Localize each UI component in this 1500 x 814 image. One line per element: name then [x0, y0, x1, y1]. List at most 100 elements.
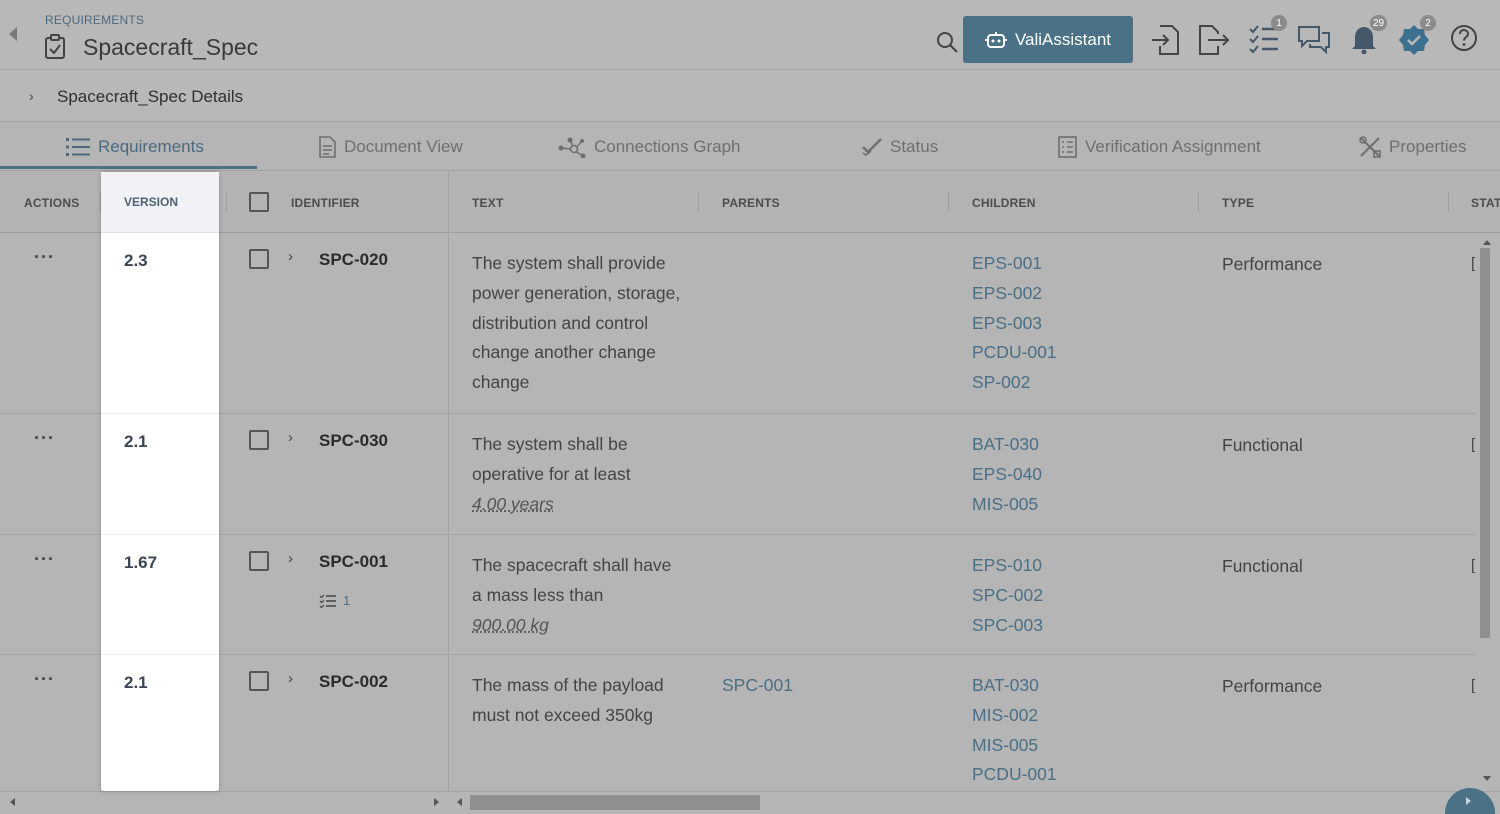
row-checkbox[interactable]: [249, 671, 269, 691]
list-icon: [66, 137, 90, 157]
version-value[interactable]: 1.67: [124, 553, 157, 573]
column-header-text[interactable]: TEXT: [472, 172, 503, 233]
sub-requirements-badge[interactable]: 1: [319, 593, 350, 608]
vertical-scrollbar[interactable]: [1478, 233, 1500, 791]
more-actions-icon[interactable]: ···: [34, 428, 55, 449]
column-separator[interactable]: [698, 192, 699, 212]
version-column-highlight: VERSION 2.3 2.1 1.67 2.1: [101, 172, 219, 791]
child-link[interactable]: MIS-005: [972, 490, 1042, 520]
column-header-status[interactable]: STAT: [1471, 172, 1500, 233]
parameter-value[interactable]: 4.00 years: [472, 494, 554, 514]
child-link[interactable]: EPS-003: [972, 309, 1057, 339]
table-row[interactable]: ··· › SPC-020 The system shall provide p…: [0, 233, 1476, 414]
chevron-right-icon[interactable]: ›: [288, 670, 293, 687]
requirement-text[interactable]: The mass of the payload must not exceed …: [472, 671, 692, 731]
pinned-column-divider: [448, 172, 449, 791]
requirement-text[interactable]: The spacecraft shall have a mass less th…: [472, 551, 692, 640]
vali-assistant-button[interactable]: ValiAssistant: [963, 16, 1133, 63]
horizontal-scrollbar-pinned[interactable]: [0, 791, 448, 814]
child-link[interactable]: BAT-030: [972, 671, 1057, 701]
column-separator[interactable]: [948, 192, 949, 212]
select-all-checkbox[interactable]: [249, 192, 269, 212]
requirement-text[interactable]: The system shall provide power generatio…: [472, 249, 692, 398]
horizontal-scrollbar[interactable]: [448, 791, 1500, 814]
column-separator[interactable]: [226, 192, 227, 212]
collapse-arrow-icon[interactable]: [9, 27, 17, 41]
tab-label: Status: [890, 137, 938, 157]
parameter-value[interactable]: 900.00 kg: [472, 615, 549, 635]
column-header-parents[interactable]: PARENTS: [722, 172, 780, 233]
more-actions-icon[interactable]: ···: [34, 549, 55, 570]
child-link[interactable]: EPS-002: [972, 279, 1057, 309]
table-row[interactable]: ··· › SPC-001 1 The spacecraft shall hav…: [0, 535, 1476, 655]
chevron-right-icon[interactable]: ›: [288, 429, 293, 446]
breadcrumb[interactable]: REQUIREMENTS: [45, 13, 144, 27]
export-icon[interactable]: [1198, 24, 1230, 56]
child-link[interactable]: PCDU-001: [972, 338, 1057, 368]
row-checkbox[interactable]: [249, 551, 269, 571]
scroll-up-icon[interactable]: [1483, 240, 1491, 245]
requirement-type: Performance: [1222, 676, 1322, 697]
text-line: a mass less than: [472, 581, 692, 611]
text-line: operative for at least: [472, 460, 692, 490]
import-icon[interactable]: [1150, 24, 1180, 56]
column-separator[interactable]: [1198, 192, 1199, 212]
version-value[interactable]: 2.1: [124, 432, 148, 452]
verified-badge: 2: [1420, 15, 1436, 31]
child-link[interactable]: PCDU-001: [972, 760, 1057, 790]
child-link[interactable]: MIS-002: [972, 701, 1057, 731]
child-link[interactable]: EPS-040: [972, 460, 1042, 490]
row-checkbox[interactable]: [249, 430, 269, 450]
more-actions-icon[interactable]: ···: [34, 247, 55, 268]
table-row[interactable]: ··· › SPC-030 The system shall be operat…: [0, 414, 1476, 535]
comments-icon[interactable]: [1297, 24, 1331, 54]
child-link[interactable]: EPS-010: [972, 551, 1043, 581]
children-links: BAT-030 EPS-040 MIS-005: [972, 430, 1042, 519]
version-value[interactable]: 2.1: [124, 673, 148, 693]
tab-verification-assignment[interactable]: Verification Assignment: [1058, 122, 1261, 171]
tab-document-view[interactable]: Document View: [319, 122, 463, 171]
scroll-left-icon[interactable]: [10, 798, 15, 806]
requirement-identifier[interactable]: SPC-002: [319, 672, 388, 692]
requirement-identifier[interactable]: SPC-001: [319, 552, 388, 572]
scroll-down-icon[interactable]: [1483, 776, 1491, 781]
column-header-identifier[interactable]: IDENTIFIER: [291, 172, 360, 233]
tab-connections-graph[interactable]: Connections Graph: [558, 122, 740, 171]
child-link[interactable]: SPC-003: [972, 611, 1043, 641]
chevron-right-icon[interactable]: ›: [29, 88, 34, 104]
search-icon[interactable]: [935, 30, 959, 54]
scroll-right-icon[interactable]: [434, 798, 439, 806]
document-icon: [319, 136, 336, 158]
requirement-type: Performance: [1222, 254, 1322, 275]
scrollbar-thumb[interactable]: [470, 795, 760, 810]
column-header-type[interactable]: TYPE: [1222, 172, 1254, 233]
tab-properties[interactable]: Properties: [1359, 122, 1466, 171]
child-link[interactable]: SPC-002: [972, 581, 1043, 611]
scrollbar-thumb[interactable]: [1480, 248, 1490, 638]
column-header-version[interactable]: VERSION: [101, 172, 219, 233]
tab-status[interactable]: Status: [862, 122, 938, 171]
column-separator[interactable]: [1448, 192, 1449, 212]
child-link[interactable]: EPS-001: [972, 249, 1057, 279]
help-icon[interactable]: [1450, 24, 1478, 52]
table-row[interactable]: ··· › SPC-002 The mass of the payload mu…: [0, 655, 1476, 791]
text-line: The spacecraft shall have: [472, 551, 692, 581]
requirement-identifier[interactable]: SPC-030: [319, 431, 388, 451]
scroll-left-icon[interactable]: [457, 798, 462, 806]
child-link[interactable]: BAT-030: [972, 430, 1042, 460]
version-value[interactable]: 2.3: [124, 251, 148, 271]
row-checkbox[interactable]: [249, 249, 269, 269]
column-header-actions[interactable]: ACTIONS: [24, 172, 79, 233]
child-link[interactable]: MIS-005: [972, 731, 1057, 761]
child-link[interactable]: SP-002: [972, 368, 1057, 398]
children-links: BAT-030 MIS-002 MIS-005 PCDU-001: [972, 671, 1057, 790]
more-actions-icon[interactable]: ···: [34, 669, 55, 690]
tab-requirements[interactable]: Requirements: [66, 122, 204, 171]
chevron-right-icon[interactable]: ›: [288, 248, 293, 265]
parent-link[interactable]: SPC-001: [722, 671, 793, 701]
details-expander[interactable]: › Spacecraft_Spec Details: [0, 71, 1500, 122]
column-header-children[interactable]: CHILDREN: [972, 172, 1036, 233]
chevron-right-icon[interactable]: ›: [288, 550, 293, 567]
requirement-text[interactable]: The system shall be operative for at lea…: [472, 430, 692, 519]
requirement-identifier[interactable]: SPC-020: [319, 250, 388, 270]
